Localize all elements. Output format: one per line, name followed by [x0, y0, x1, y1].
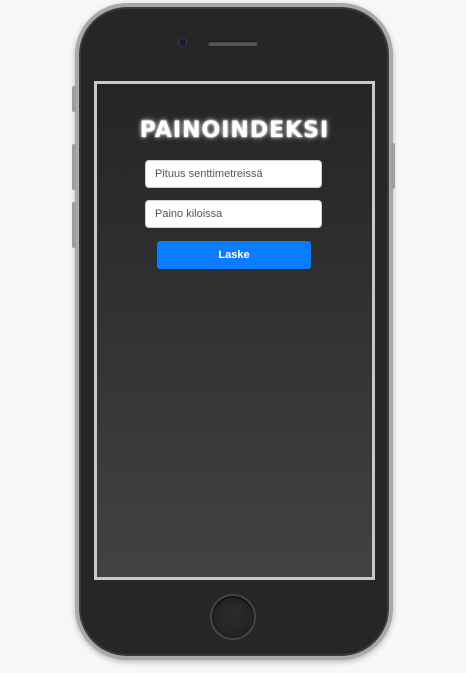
side-button-mute [72, 86, 76, 112]
side-button-volume-up [72, 144, 76, 190]
weight-input[interactable] [145, 200, 322, 228]
app-title: PAINOINDEKSI [139, 118, 330, 143]
home-button[interactable] [210, 594, 256, 640]
height-input[interactable] [145, 160, 322, 188]
calculate-button[interactable]: Laske [157, 241, 311, 269]
side-button-volume-down [72, 202, 76, 248]
camera-icon [179, 39, 186, 46]
phone-screen: PAINOINDEKSI Laske [94, 81, 375, 580]
speaker-icon [208, 41, 258, 46]
side-button-power [391, 143, 395, 189]
